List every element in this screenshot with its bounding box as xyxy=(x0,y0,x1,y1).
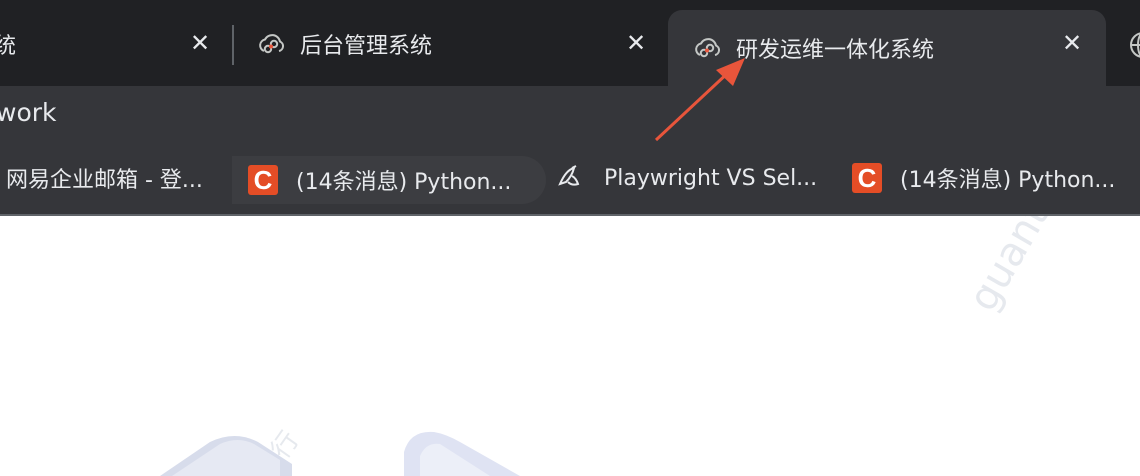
tab-separator xyxy=(232,25,234,65)
close-icon[interactable]: ✕ xyxy=(190,31,210,55)
close-icon[interactable]: ✕ xyxy=(1062,31,1082,55)
tab-label: 后台管理系统 xyxy=(300,34,433,59)
bookmark-label: 网易企业邮箱 - 登... xyxy=(6,168,203,193)
tab-3-active[interactable]: 研发运维一体化系统 ✕ xyxy=(668,10,1106,86)
csdn-icon: C xyxy=(248,165,278,195)
tab-label: 统 xyxy=(0,34,17,59)
tab-1[interactable]: 统 ✕ xyxy=(0,10,225,78)
page-content: guantian 银行 xyxy=(0,216,1140,476)
browser-chrome: 统 ✕ 后台管理系统 ✕ 研发运维一体化系统 ✕ work 网易企业邮箱 - 登… xyxy=(0,0,1140,216)
bookmarks-bar: 网易企业邮箱 - 登... C (14条消息) Python... Playwr… xyxy=(0,142,1140,216)
bookmark-label: (14条消息) Python... xyxy=(900,168,1116,193)
playwright-icon xyxy=(558,165,580,186)
illustration xyxy=(160,431,520,476)
cloud-link-icon xyxy=(695,38,721,58)
address-bar[interactable]: work xyxy=(0,86,1140,142)
tab-4-partial[interactable] xyxy=(1112,10,1140,78)
cloud-link-icon xyxy=(259,34,285,54)
csdn-icon: C xyxy=(852,163,882,193)
bookmark-label: (14条消息) Python... xyxy=(296,170,512,195)
bookmark-item[interactable]: C (14条消息) Python... xyxy=(852,142,1115,214)
globe-icon xyxy=(1130,32,1140,58)
bookmark-item[interactable]: Playwright VS Sel... xyxy=(554,142,817,214)
close-icon[interactable]: ✕ xyxy=(626,31,646,55)
bookmark-item[interactable]: C (14条消息) Python... xyxy=(232,156,546,204)
url-text[interactable]: work xyxy=(0,98,57,127)
tab-2[interactable]: 后台管理系统 ✕ xyxy=(240,10,660,78)
bookmark-item[interactable]: 网易企业邮箱 - 登... xyxy=(6,142,203,214)
bookmark-label: Playwright VS Sel... xyxy=(604,165,818,191)
tab-label: 研发运维一体化系统 xyxy=(736,38,935,63)
